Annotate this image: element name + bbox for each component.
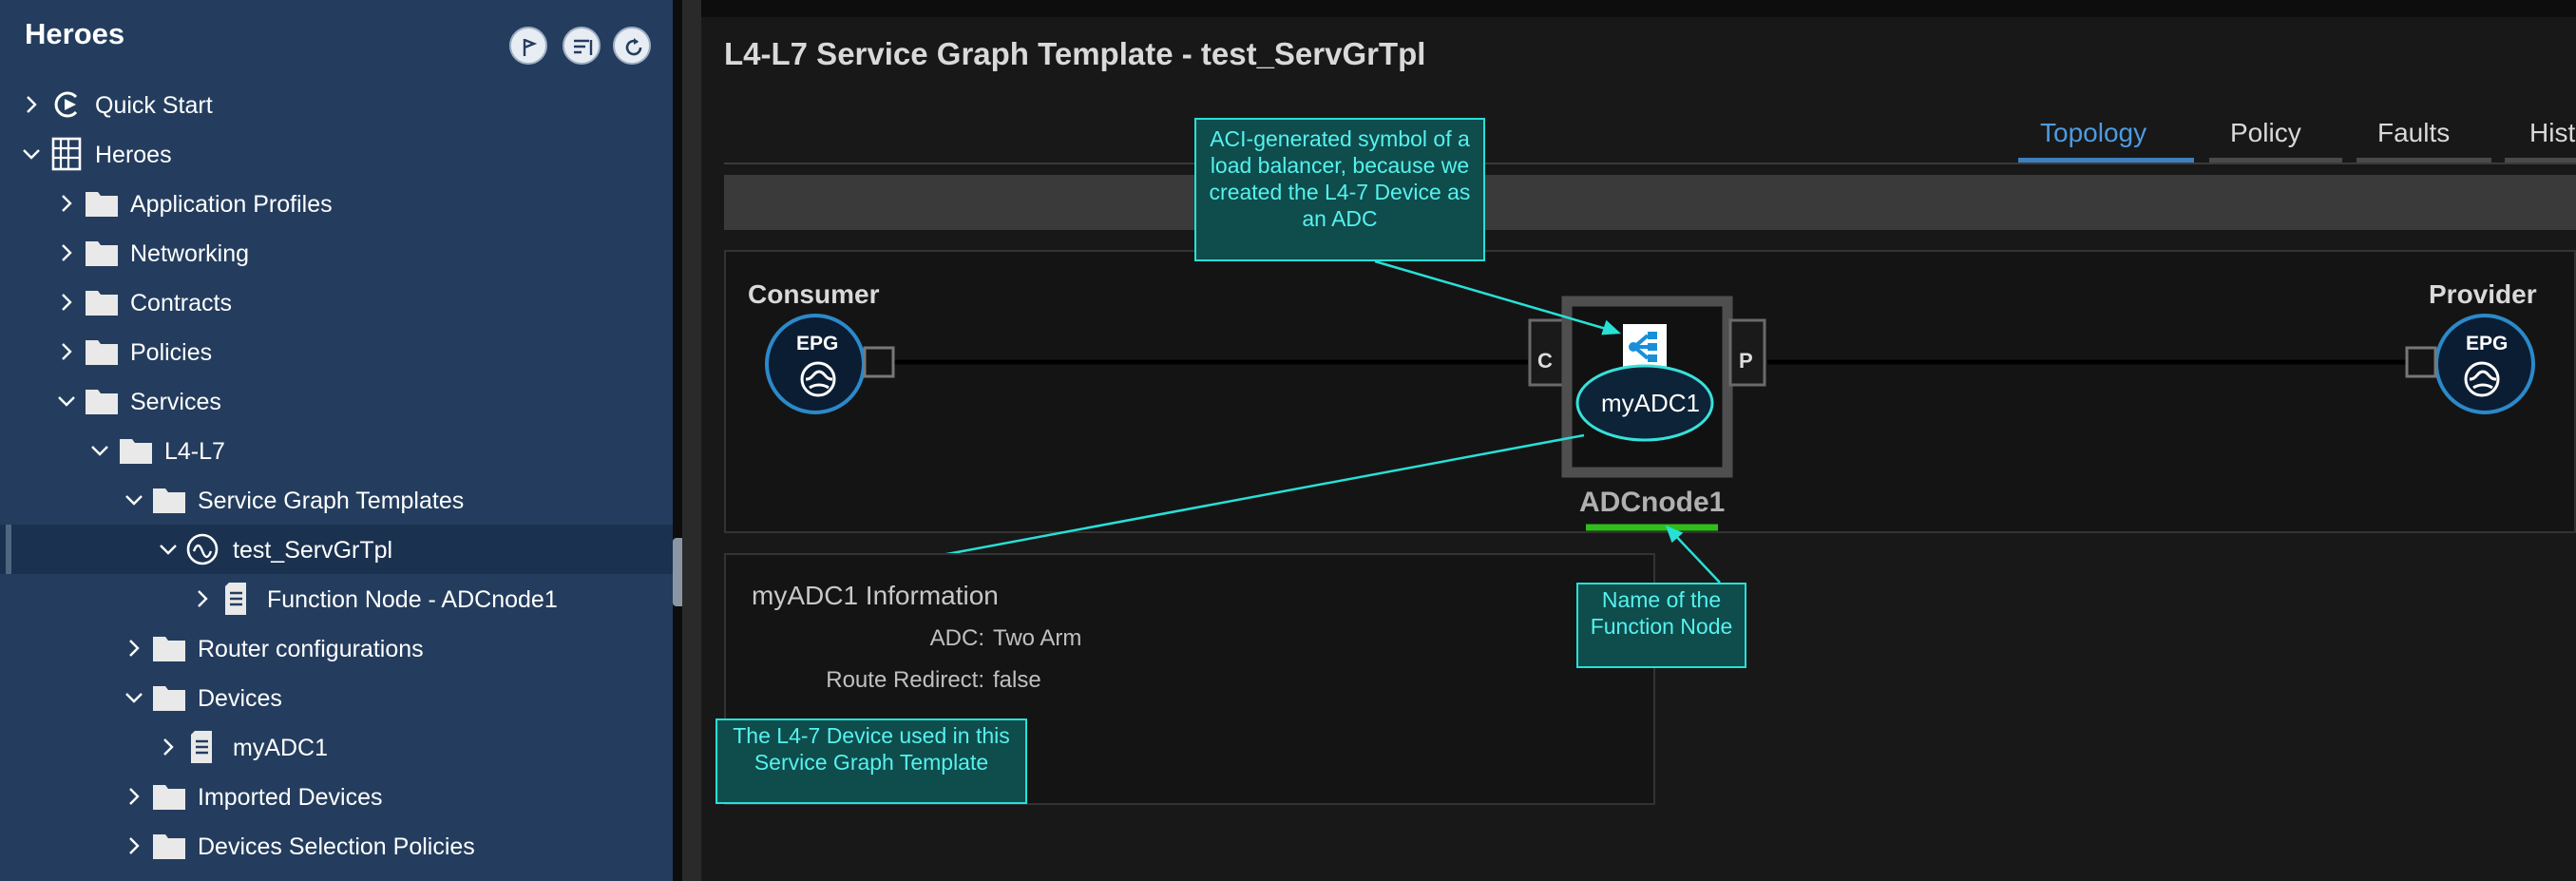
function-node-name: ADCnode1 bbox=[1579, 487, 1726, 518]
info-key-adc: ADC: bbox=[929, 625, 984, 651]
connector-p-label: P bbox=[1739, 349, 1753, 373]
callout-l4-7-device: The L4-7 Device used in this Service Gra… bbox=[716, 718, 1027, 804]
provider-connector[interactable] bbox=[2405, 346, 2437, 378]
device-name: myADC1 bbox=[1601, 389, 1701, 417]
info-value-adc: Two Arm bbox=[993, 625, 1082, 651]
info-key-route-redirect: Route Redirect: bbox=[826, 667, 984, 693]
consumer-epg-text: EPG bbox=[796, 333, 839, 354]
connector-c-label: C bbox=[1537, 349, 1553, 373]
consumer-label: Consumer bbox=[748, 279, 880, 309]
device-info-title: myADC1 Information bbox=[752, 581, 999, 610]
provider-label: Provider bbox=[2429, 279, 2537, 309]
callout-function-node-name: Name of the Function Node bbox=[1576, 583, 1746, 668]
provider-epg-text: EPG bbox=[2466, 333, 2509, 354]
info-value-route-redirect: false bbox=[993, 667, 1041, 693]
consumer-connector[interactable] bbox=[863, 346, 895, 378]
load-balancer-icon bbox=[1623, 324, 1667, 368]
callout-load-balancer-symbol: ACI-generated symbol of a load balancer,… bbox=[1194, 118, 1485, 261]
